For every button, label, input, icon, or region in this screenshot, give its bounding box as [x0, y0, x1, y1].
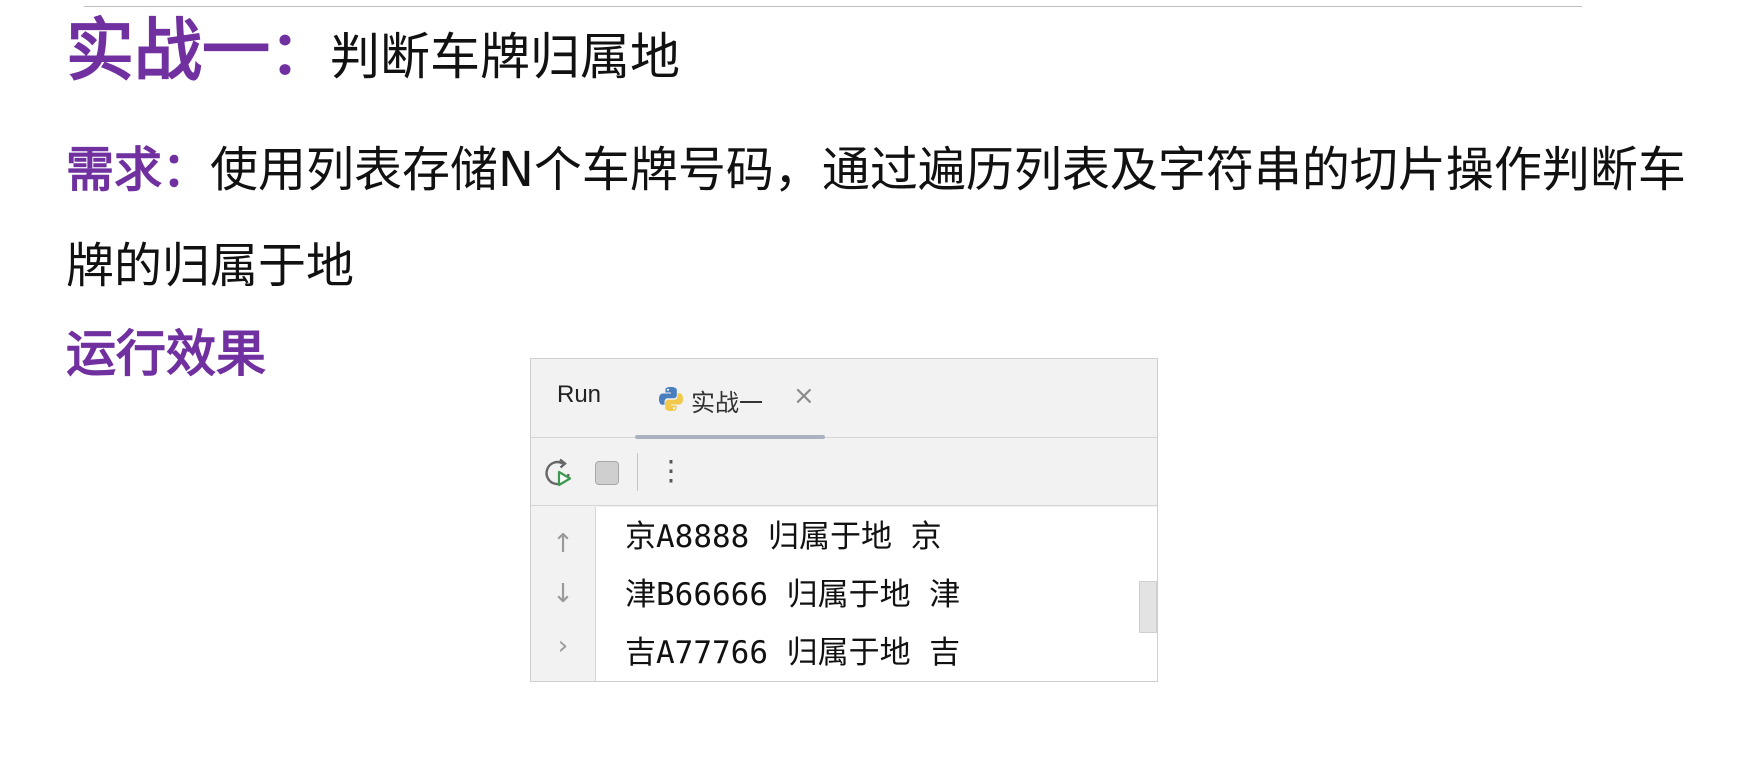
output-line: 京A8888 归属于地 京 [625, 519, 942, 555]
output-line: 吉A77766 归属于地 吉 [625, 635, 961, 671]
title-accent: 实战一 [66, 12, 271, 91]
scrollbar-thumb[interactable] [1139, 581, 1157, 633]
scroll-up-icon[interactable]: ↑ [531, 529, 595, 559]
active-tab-label: 实战一 [691, 389, 763, 417]
toolbar-separator [637, 453, 638, 491]
requirement-paragraph: 需求：使用列表存储N个车牌号码，通过遍历列表及字符串的切片操作判断车牌的归属于地 [66, 122, 1726, 314]
output-line: 津B66666 归属于地 津 [625, 577, 961, 613]
requirement-text: 使用列表存储N个车牌号码，通过遍历列表及字符串的切片操作判断车牌的归属于地 [66, 142, 1686, 294]
title-colon: ： [270, 19, 331, 89]
close-icon[interactable]: × [793, 381, 815, 411]
console-output[interactable]: ↑ ↓ › 京A8888 归属于地 京 津B66666 归属于地 津 吉A777… [531, 507, 1157, 681]
page-title: 实战一：判断车牌归属地 [66, 12, 680, 109]
console-gutter: ↑ ↓ › [531, 507, 596, 681]
run-tab-title[interactable]: Run [557, 381, 601, 409]
more-options-icon[interactable]: ⋮ [657, 453, 685, 489]
prompt-chevron-icon: › [557, 631, 569, 661]
title-text: 判断车牌归属地 [330, 28, 681, 86]
run-tab-bar: Run 实战一 × [531, 359, 1157, 439]
stop-icon[interactable] [595, 461, 619, 485]
run-effect-heading: 运行效果 [66, 325, 266, 383]
python-icon [657, 385, 685, 413]
scroll-down-icon[interactable]: ↓ [531, 579, 595, 609]
rerun-icon[interactable] [543, 457, 575, 489]
run-panel: Run 实战一 × ⋮ ↑ ↓ › 京A8888 归属于地 京 津B66666 … [530, 358, 1158, 682]
requirement-label: 需求： [66, 142, 211, 198]
top-divider [84, 6, 1582, 7]
run-toolbar: ⋮ [531, 439, 1157, 506]
tab-active-run-config[interactable]: 实战一 × [635, 359, 825, 439]
